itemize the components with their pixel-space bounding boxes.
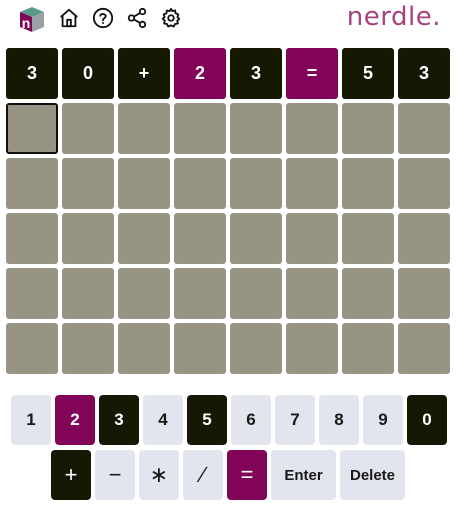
board-row [6, 323, 450, 374]
delete-key[interactable]: Delete [340, 450, 405, 500]
logo-letter: n [22, 15, 31, 31]
board-tile-empty[interactable] [118, 323, 170, 374]
key-equals[interactable]: = [227, 450, 267, 500]
board-tile-empty[interactable] [230, 268, 282, 319]
help-icon[interactable] [92, 7, 114, 29]
enter-key[interactable]: Enter [271, 450, 336, 500]
key-1[interactable]: 1 [11, 395, 51, 445]
board-tile-empty[interactable] [342, 213, 394, 264]
key-7[interactable]: 7 [275, 395, 315, 445]
board-tile-empty[interactable] [6, 323, 58, 374]
board-tile-empty[interactable] [174, 158, 226, 209]
board-tile-empty[interactable] [118, 213, 170, 264]
board-tile-empty[interactable] [118, 268, 170, 319]
board-tile-empty[interactable] [342, 158, 394, 209]
board-tile-empty[interactable] [342, 103, 394, 154]
board-tile-empty[interactable] [174, 323, 226, 374]
home-icon[interactable] [58, 7, 80, 29]
key-4[interactable]: 4 [143, 395, 183, 445]
board-tile-empty[interactable] [342, 268, 394, 319]
board-tile-empty[interactable] [230, 158, 282, 209]
board-tile-empty[interactable] [286, 268, 338, 319]
board-tile-empty[interactable] [230, 213, 282, 264]
key-9[interactable]: 9 [363, 395, 403, 445]
app-header: n nerdle. [0, 0, 457, 40]
key-2[interactable]: 2 [55, 395, 95, 445]
board-tile-empty[interactable] [62, 268, 114, 319]
brand-title: nerdle. [346, 2, 441, 32]
board-tile-empty[interactable] [174, 268, 226, 319]
board-tile-empty[interactable] [342, 323, 394, 374]
key-5[interactable]: 5 [187, 395, 227, 445]
board-row [6, 213, 450, 264]
board-row [6, 103, 450, 154]
board-tile: 0 [62, 48, 114, 99]
board-tile-empty[interactable] [286, 213, 338, 264]
game-board: 3 0 +2 3 = 5 3 [6, 48, 450, 378]
board-tile: 3 [398, 48, 450, 99]
nerdle-logo-icon[interactable]: n [16, 4, 46, 34]
board-tile-empty[interactable] [62, 158, 114, 209]
board-tile-empty[interactable] [118, 103, 170, 154]
key-6[interactable]: 6 [231, 395, 271, 445]
board-tile-empty[interactable] [286, 323, 338, 374]
settings-icon[interactable] [160, 7, 182, 29]
board-tile-empty[interactable] [286, 103, 338, 154]
key-minus[interactable]: − [95, 450, 135, 500]
operator-key-row: + − ∗ ∕ = Enter Delete [51, 450, 405, 500]
key-8[interactable]: 8 [319, 395, 359, 445]
board-tile: + [118, 48, 170, 99]
digit-key-row: 1234567890 [11, 395, 447, 445]
board-tile-empty[interactable] [6, 158, 58, 209]
board-tile-empty[interactable] [398, 103, 450, 154]
board-row [6, 158, 450, 209]
board-tile-empty[interactable] [230, 103, 282, 154]
board-tile-empty[interactable] [174, 213, 226, 264]
board-tile-empty[interactable] [398, 268, 450, 319]
board-tile: = [286, 48, 338, 99]
board-tile-empty[interactable] [398, 213, 450, 264]
key-plus[interactable]: + [51, 450, 91, 500]
board-tile-empty[interactable] [62, 213, 114, 264]
board-tile-empty[interactable] [286, 158, 338, 209]
key-0[interactable]: 0 [407, 395, 447, 445]
board-tile-empty[interactable] [62, 323, 114, 374]
board-tile: 2 [174, 48, 226, 99]
board-tile-active[interactable] [6, 103, 58, 154]
board-tile-empty[interactable] [398, 323, 450, 374]
board-tile-empty[interactable] [62, 103, 114, 154]
board-tile-empty[interactable] [174, 103, 226, 154]
board-row: 3 0 +2 3 = 5 3 [6, 48, 450, 99]
board-tile-empty[interactable] [6, 213, 58, 264]
board-tile-empty[interactable] [230, 323, 282, 374]
board-tile: 3 [230, 48, 282, 99]
board-tile: 3 [6, 48, 58, 99]
share-icon[interactable] [126, 7, 148, 29]
board-tile-empty[interactable] [398, 158, 450, 209]
key-multiply[interactable]: ∗ [139, 450, 179, 500]
board-tile-empty[interactable] [6, 268, 58, 319]
key-divide[interactable]: ∕ [183, 450, 223, 500]
board-tile-empty[interactable] [118, 158, 170, 209]
board-row [6, 268, 450, 319]
board-tile: 5 [342, 48, 394, 99]
key-3[interactable]: 3 [99, 395, 139, 445]
